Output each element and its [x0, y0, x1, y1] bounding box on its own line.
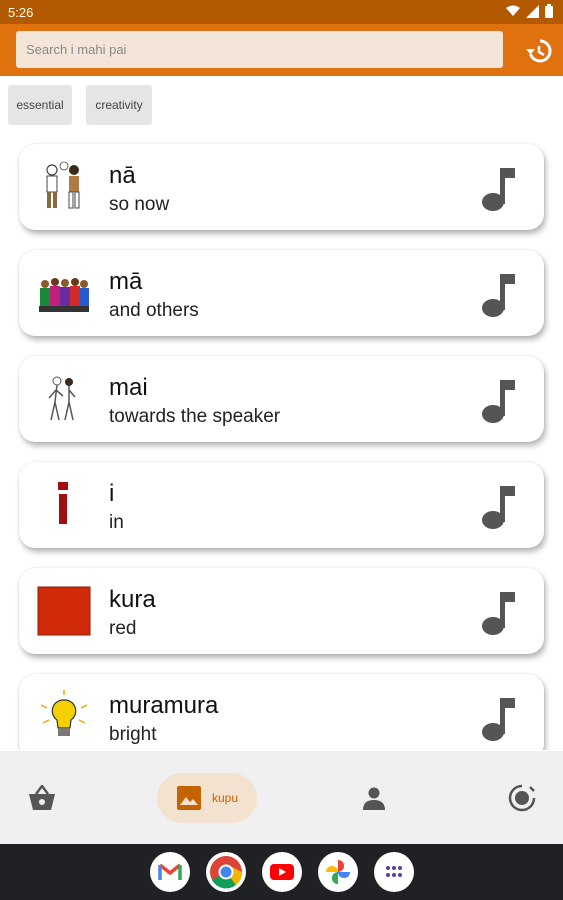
translation-text: bright [109, 724, 157, 745]
red-square-illustration [37, 586, 91, 636]
nav-basket[interactable] [24, 773, 60, 823]
person-icon [363, 787, 385, 810]
nav-kupu[interactable]: kupu [157, 773, 257, 823]
translation-text: red [109, 618, 137, 639]
wifi-icon [506, 5, 520, 16]
word-card[interactable]: mā and others [19, 250, 544, 336]
nav-kupu-label: kupu [211, 791, 239, 805]
music-note-icon[interactable] [479, 694, 519, 742]
status-time: 5:26 [8, 5, 34, 20]
translation-text: and others [109, 300, 199, 321]
chip-essential[interactable]: essential [8, 85, 72, 125]
image-icon [176, 786, 201, 810]
nav-profile[interactable] [359, 773, 389, 823]
chrome-icon[interactable] [206, 852, 246, 892]
chip-label: essential [16, 98, 64, 112]
two-people-illustration [46, 161, 80, 209]
word-list[interactable]: nā so now mā and others mai towards the … [0, 130, 563, 750]
word-text: nā [109, 162, 136, 189]
status-bar: 5:26 [0, 0, 563, 24]
word-card[interactable]: muramura bright [19, 674, 544, 750]
translation-text: towards the speaker [109, 406, 281, 427]
translation-text: so now [109, 194, 170, 215]
word-card[interactable]: mai towards the speaker [19, 356, 544, 442]
light-bulb-illustration [40, 690, 88, 736]
music-note-icon[interactable] [479, 270, 519, 318]
word-text: kura [109, 586, 156, 613]
history-icon[interactable] [524, 36, 554, 66]
search-input[interactable] [16, 31, 503, 68]
word-card[interactable]: nā so now [19, 144, 544, 230]
group-of-people-illustration [39, 278, 89, 312]
music-note-icon[interactable] [479, 376, 519, 424]
battery-icon [545, 4, 553, 18]
youtube-icon[interactable] [262, 852, 302, 892]
music-note-icon[interactable] [479, 482, 519, 530]
people-walking-illustration [48, 376, 76, 421]
bottom-nav: kupu [0, 751, 563, 844]
status-icons [506, 4, 553, 18]
music-note-icon[interactable] [479, 164, 519, 212]
word-text: mā [109, 268, 143, 295]
word-text: i [109, 480, 115, 507]
word-card[interactable]: i in [19, 462, 544, 548]
music-note-icon[interactable] [479, 588, 519, 636]
word-card[interactable]: kura red [19, 568, 544, 654]
record-icon [508, 784, 536, 812]
system-dock [0, 844, 563, 900]
search-box[interactable] [16, 31, 503, 68]
basket-icon [29, 785, 55, 810]
app-drawer-icon[interactable] [374, 852, 414, 892]
translation-text: in [109, 512, 124, 533]
word-text: muramura [109, 692, 219, 719]
signal-icon [526, 4, 539, 18]
gmail-icon[interactable] [150, 852, 190, 892]
word-text: mai [109, 374, 148, 401]
letter-i-illustration [58, 482, 68, 524]
photos-icon[interactable] [318, 852, 358, 892]
chip-creativity[interactable]: creativity [86, 85, 152, 125]
chip-label: creativity [95, 98, 143, 112]
nav-record[interactable] [505, 773, 539, 823]
app-bar [0, 24, 563, 76]
